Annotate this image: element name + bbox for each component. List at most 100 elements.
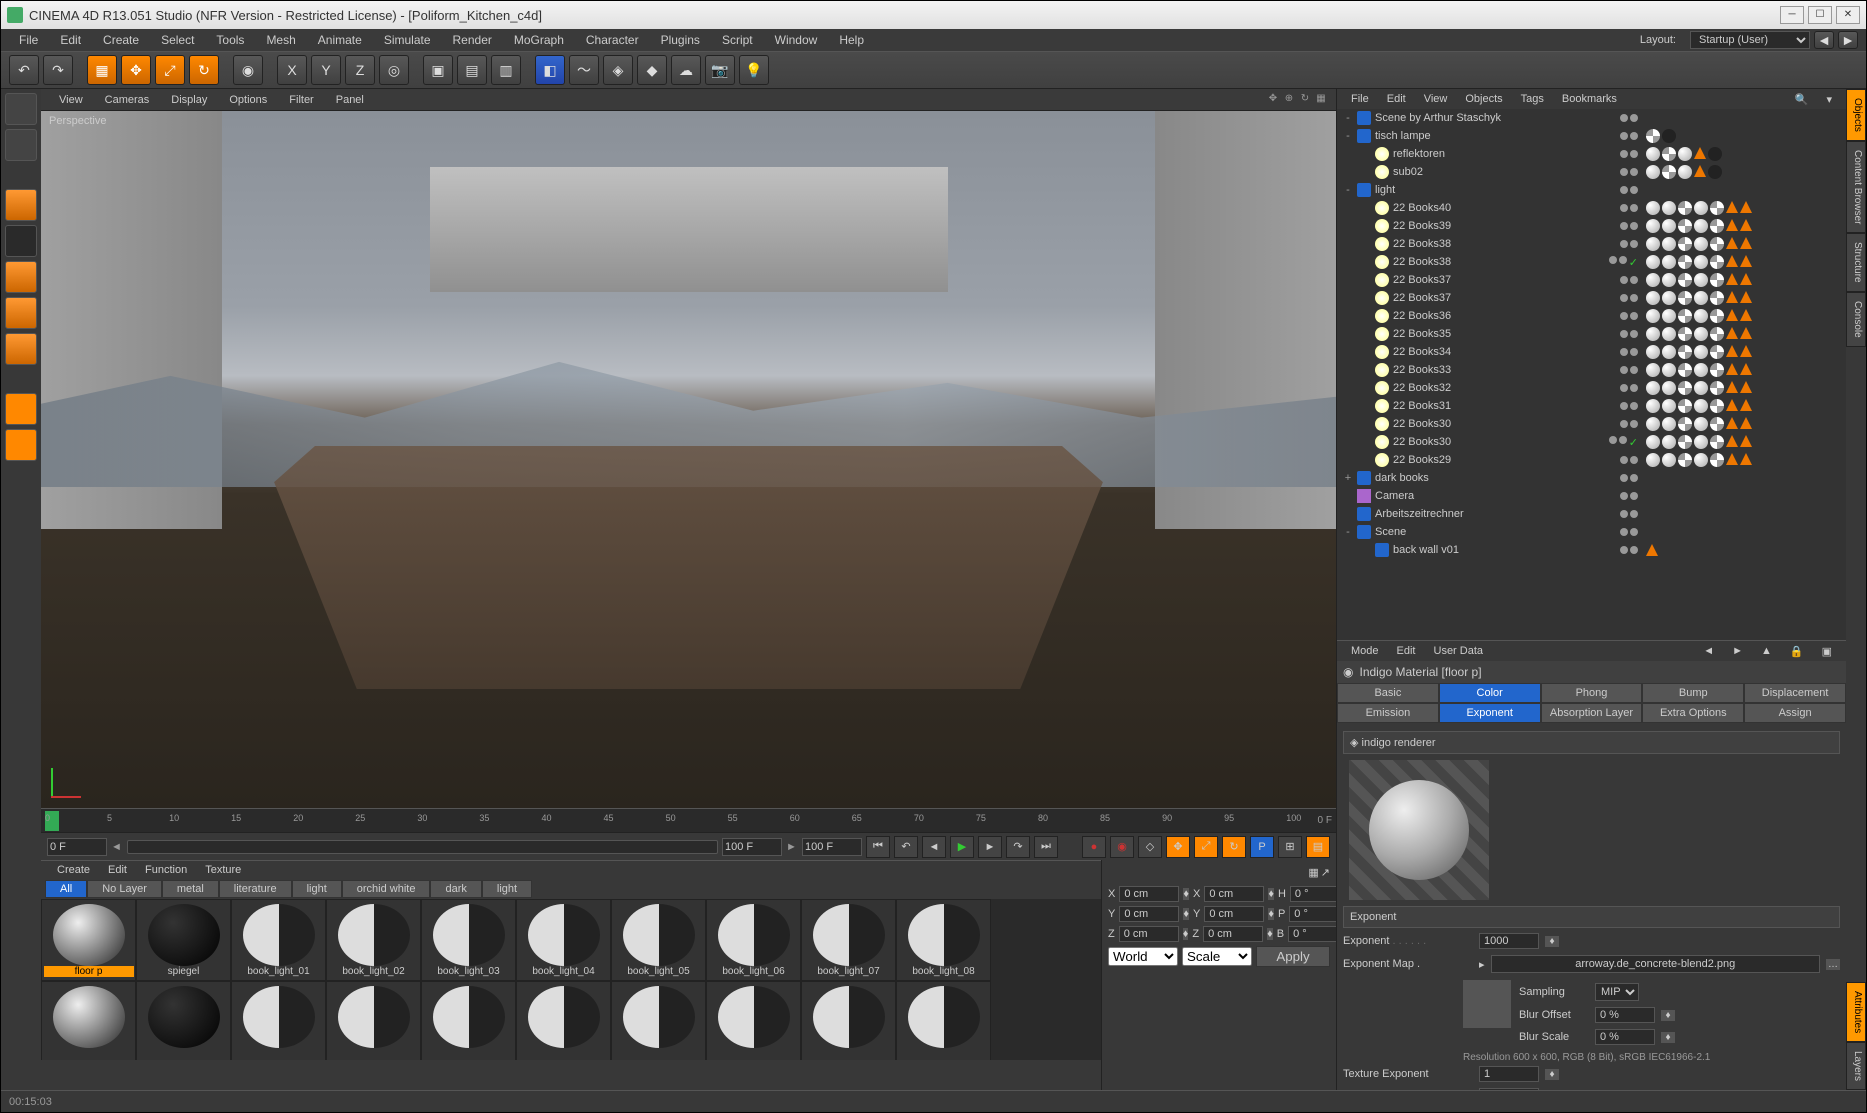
viewport-rotate-icon[interactable]: ↻ xyxy=(1298,93,1312,107)
object-row[interactable]: 22 Books39 xyxy=(1337,217,1846,235)
layout-select[interactable]: Startup (User) xyxy=(1690,31,1810,49)
object-row[interactable]: -tisch lampe xyxy=(1337,127,1846,145)
viewport-layout-icon[interactable]: ▦ xyxy=(1314,93,1328,107)
object-row[interactable]: -Scene xyxy=(1337,523,1846,541)
vp-menu-display[interactable]: Display xyxy=(161,92,217,108)
maximize-button[interactable]: ☐ xyxy=(1808,6,1832,24)
vp-menu-options[interactable]: Options xyxy=(219,92,277,108)
key-scale-button[interactable]: ⤢ xyxy=(1194,836,1218,858)
material-cell[interactable] xyxy=(41,981,136,1060)
attr-menu-mode[interactable]: Mode xyxy=(1343,644,1387,658)
coord-system-button[interactable]: ◎ xyxy=(379,55,409,85)
obj-menu-edit[interactable]: Edit xyxy=(1379,92,1414,106)
object-row[interactable]: 22 Books38✓ xyxy=(1337,253,1846,271)
attr-tab-emission[interactable]: Emission xyxy=(1337,703,1439,723)
attr-tab-absorption-layer[interactable]: Absorption Layer xyxy=(1541,703,1643,723)
object-tree[interactable]: -Scene by Arthur Staschyk-tisch lampe re… xyxy=(1337,109,1846,640)
menu-script[interactable]: Script xyxy=(712,31,763,49)
lock-y-button[interactable]: Y xyxy=(311,55,341,85)
attr-tab-extra-options[interactable]: Extra Options xyxy=(1642,703,1744,723)
object-row[interactable]: 22 Books38 xyxy=(1337,235,1846,253)
console-tab[interactable]: Console xyxy=(1846,292,1866,347)
menu-edit[interactable]: Edit xyxy=(50,31,91,49)
object-row[interactable]: 22 Books34 xyxy=(1337,343,1846,361)
pos-y-input[interactable] xyxy=(1119,906,1179,922)
mat-tab-metal[interactable]: metal xyxy=(162,880,219,898)
scale-tool[interactable]: ⤢ xyxy=(155,55,185,85)
object-mode-button[interactable] xyxy=(5,189,37,221)
obj-menu-view[interactable]: View xyxy=(1416,92,1456,106)
attr-tab-basic[interactable]: Basic xyxy=(1337,683,1439,703)
range-start-input[interactable] xyxy=(47,838,107,856)
spline-button[interactable]: ～ xyxy=(569,55,599,85)
current-frame-input[interactable] xyxy=(802,838,862,856)
minimize-button[interactable]: ─ xyxy=(1780,6,1804,24)
material-cell[interactable]: floor p xyxy=(41,899,136,981)
object-row[interactable]: 22 Books36 xyxy=(1337,307,1846,325)
mat-tab-orchid-white[interactable]: orchid white xyxy=(342,880,431,898)
object-row[interactable]: reflektoren xyxy=(1337,145,1846,163)
mat-menu-edit[interactable]: Edit xyxy=(100,863,135,877)
prev-frame-button[interactable]: ◄ xyxy=(922,836,946,858)
layout-prev-button[interactable]: ◄ xyxy=(1814,31,1834,49)
next-frame-button[interactable]: ► xyxy=(978,836,1002,858)
make-editable-button[interactable] xyxy=(5,93,37,125)
material-cell[interactable]: book_light_01 xyxy=(231,899,326,981)
layout-next-button[interactable]: ► xyxy=(1838,31,1858,49)
menu-plugins[interactable]: Plugins xyxy=(651,31,710,49)
rotate-tool[interactable]: ↻ xyxy=(189,55,219,85)
axis-mode-button[interactable] xyxy=(5,225,37,257)
menu-mesh[interactable]: Mesh xyxy=(256,31,305,49)
range-end-input[interactable] xyxy=(722,838,782,856)
vp-menu-view[interactable]: View xyxy=(49,92,93,108)
size-x-input[interactable] xyxy=(1204,886,1264,902)
blur-scale-input[interactable] xyxy=(1595,1029,1655,1045)
coord-tab-icon[interactable]: ▦ xyxy=(1308,866,1318,882)
material-cell[interactable] xyxy=(136,981,231,1060)
camera-button[interactable]: 📷 xyxy=(705,55,735,85)
move-tool[interactable]: ✥ xyxy=(121,55,151,85)
menu-file[interactable]: File xyxy=(9,31,48,49)
object-row[interactable]: 22 Books30 xyxy=(1337,415,1846,433)
obj-menu-bookmarks[interactable]: Bookmarks xyxy=(1554,92,1625,106)
attr-new-icon[interactable]: ▣ xyxy=(1814,644,1840,659)
key-pos-button[interactable]: ✥ xyxy=(1166,836,1190,858)
select-tool[interactable]: ▦ xyxy=(87,55,117,85)
material-cell[interactable]: book_light_08 xyxy=(896,899,991,981)
attr-tab-assign[interactable]: Assign xyxy=(1744,703,1846,723)
menu-window[interactable]: Window xyxy=(765,31,828,49)
object-row[interactable]: 22 Books33 xyxy=(1337,361,1846,379)
undo-button[interactable]: ↶ xyxy=(9,55,39,85)
viewport-zoom-icon[interactable]: ⊕ xyxy=(1282,93,1296,107)
prev-key-button[interactable]: ↶ xyxy=(894,836,918,858)
menu-animate[interactable]: Animate xyxy=(308,31,372,49)
key-param-button[interactable]: P xyxy=(1250,836,1274,858)
menu-character[interactable]: Character xyxy=(576,31,649,49)
material-cell[interactable]: book_light_07 xyxy=(801,899,896,981)
attributes-tab[interactable]: Attributes xyxy=(1846,982,1866,1042)
mat-menu-function[interactable]: Function xyxy=(137,863,195,877)
menu-select[interactable]: Select xyxy=(151,31,204,49)
material-cell[interactable] xyxy=(801,981,896,1060)
menu-mograph[interactable]: MoGraph xyxy=(504,31,574,49)
object-row[interactable]: 22 Books37 xyxy=(1337,289,1846,307)
polygon-mode-button[interactable] xyxy=(5,333,37,365)
record-button[interactable]: ● xyxy=(1082,836,1106,858)
object-row[interactable]: 22 Books35 xyxy=(1337,325,1846,343)
pos-x-input[interactable] xyxy=(1119,886,1179,902)
renderer-section-header[interactable]: ◈ indigo renderer xyxy=(1343,731,1840,754)
material-cell[interactable]: book_light_03 xyxy=(421,899,516,981)
mat-tab-light[interactable]: light xyxy=(482,880,532,898)
map-arrow-icon[interactable]: ▸ xyxy=(1479,958,1485,971)
menu-simulate[interactable]: Simulate xyxy=(374,31,441,49)
attr-fwd-icon[interactable]: ► xyxy=(1724,644,1751,659)
obj-search-icon[interactable]: 🔍 xyxy=(1787,92,1817,107)
apply-button[interactable]: Apply xyxy=(1256,946,1330,967)
mat-tab-dark[interactable]: dark xyxy=(430,880,481,898)
attr-back-icon[interactable]: ◄ xyxy=(1695,644,1722,659)
material-cell[interactable]: spiegel xyxy=(136,899,231,981)
attr-tab-color[interactable]: Color xyxy=(1439,683,1541,703)
material-cell[interactable] xyxy=(706,981,801,1060)
material-cell[interactable]: book_light_02 xyxy=(326,899,421,981)
attr-tab-phong[interactable]: Phong xyxy=(1541,683,1643,703)
